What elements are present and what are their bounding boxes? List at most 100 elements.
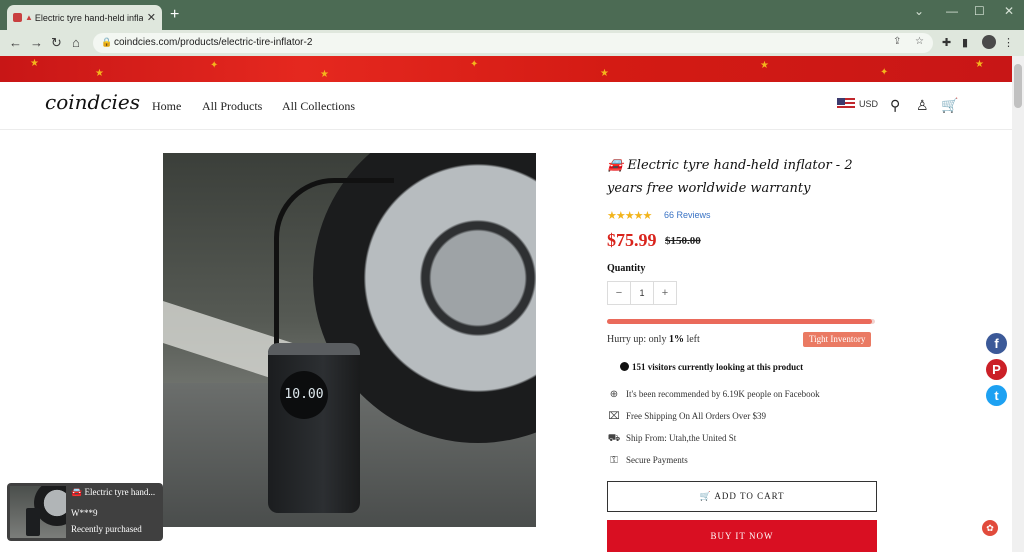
nav-home[interactable]: Home [152,99,181,114]
nav-all-products[interactable]: All Products [202,99,262,114]
inflator-graphic: 10.00 [268,343,360,513]
twitter-icon[interactable]: t [986,385,1007,406]
new-tab-button[interactable]: + [170,6,179,24]
car-icon: ▲ [25,13,33,22]
currency-selector[interactable]: USD [837,98,878,110]
cart-icon: 🛒 [699,491,715,501]
quantity-input[interactable]: 1 [630,282,654,304]
address-bar[interactable]: 🔒 coindcies.com/products/electric-tire-i… [93,33,933,53]
star-decoration: ★ [600,68,609,79]
star-decoration: ✦ [880,67,889,78]
star-decoration: ★ [320,69,329,80]
product-title: 🚘 Electric tyre hand-held inflator - 2 y… [607,158,853,196]
star-decoration: ★ [760,60,769,71]
feature-shipping: ⌧ Free Shipping On All Orders Over $39 [607,411,766,422]
increase-quantity-button[interactable]: + [654,282,676,304]
extensions-icon[interactable]: ✚ [942,36,951,49]
star-decoration: ★ [95,68,104,79]
hurry-text: Hurry up: only 1% left [607,334,700,345]
popup-thumbnail [10,486,66,538]
side-panel-icon[interactable]: ▮ [962,36,968,49]
inflator-cap [268,343,360,355]
popup-status: Recently purchased [71,524,142,534]
star-decoration: ★ [975,59,984,70]
quantity-stepper: − 1 + [607,281,677,305]
stock-progress-bar [607,319,875,324]
feature-text: Ship From: Utah,the United St [626,433,737,443]
menu-icon[interactable]: ⋮ [1003,36,1014,49]
visitors-text: 151 visitors currently looking at this p… [632,362,804,372]
hurry-suffix: left [686,334,700,345]
add-to-cart-label: ADD TO CART [714,491,785,501]
minimize-button[interactable]: — [946,4,958,18]
site-header: coindcies Home All Products All Collecti… [0,82,1012,130]
maximize-button[interactable]: ☐ [974,4,985,18]
popup-title: 🚘 Electric tyre hand... [71,487,156,497]
share-icon[interactable]: ⇪ [893,36,901,47]
currency-label: USD [859,99,879,109]
lock-icon[interactable]: 🔒 [101,37,112,48]
home-icon[interactable]: ⌂ [72,35,80,51]
reload-icon[interactable]: ↻ [51,35,62,51]
quantity-label: Quantity [607,263,646,274]
promo-banner: ★ ★ ✦ ★ ✦ ★ ★ ✦ ★ [0,56,1012,82]
feature-facebook: ⊕ It's been recommended by 6.19K people o… [607,389,820,400]
facebook-icon[interactable]: f [986,333,1007,354]
favicon-icon [13,13,22,22]
globe-icon: ⊕ [609,389,619,400]
web-page: ★ ★ ✦ ★ ✦ ★ ★ ✦ ★ coindcies Home All Pro… [0,56,1012,552]
feature-secure: ⚿ Secure Payments [607,455,688,466]
inflator-display: 10.00 [280,371,328,419]
profile-avatar[interactable] [982,35,996,49]
inventory-badge: Tight Inventory [803,332,872,347]
page-scrollbar[interactable] [1012,56,1024,552]
feature-text: Free Shipping On All Orders Over $39 [626,411,766,421]
gift-icon: ⌧ [608,411,620,422]
cart-icon[interactable]: 🛒 [941,97,958,114]
star-decoration: ✦ [210,60,219,71]
star-decoration: ✦ [470,59,479,70]
add-to-cart-button[interactable]: 🛒 ADD TO CART [607,481,877,512]
bookmark-star-icon[interactable]: ☆ [915,36,924,47]
hose-graphic [274,178,394,348]
truck-icon: ⛟ [607,433,621,444]
feature-text: It's been recommended by 6.19K people on… [626,389,820,399]
search-icon[interactable]: ⚲ [890,97,900,114]
star-decoration: ★ [30,58,39,69]
back-icon[interactable]: ← [9,35,22,51]
rating-stars: ★★★★★ [607,210,652,222]
product-image[interactable]: 10.00 [163,153,536,527]
site-logo[interactable]: coindcies [45,90,140,114]
us-flag-icon [837,98,855,110]
tab-close-icon[interactable]: ✕ [147,11,156,24]
pinterest-icon[interactable]: P [986,359,1007,380]
popup-buyer-name: W***9 [71,508,98,518]
hurry-prefix: Hurry up: only [607,334,667,345]
tab-title: Electric tyre hand-held inflato [34,12,143,23]
account-icon[interactable]: ♙ [916,97,929,114]
browser-tab[interactable]: ▲ Electric tyre hand-held inflato ✕ [7,5,162,30]
hurry-value: 1% [668,334,684,345]
scrollbar-thumb[interactable] [1014,64,1022,108]
url-text[interactable]: coindcies.com/products/electric-tire-inf… [114,37,312,48]
feature-ship-from: ⛟ Ship From: Utah,the United St [607,433,737,446]
eye-icon [620,362,629,371]
original-price: $150.00 [665,235,701,247]
rewards-icon[interactable]: ✿ [982,520,998,536]
browser-window: ▲ Electric tyre hand-held inflato ✕ + ⌄ … [0,0,1024,552]
lock-icon: ⚿ [610,455,618,466]
reviews-link[interactable]: 66 Reviews [664,210,711,220]
tab-search-icon[interactable]: ⌄ [914,4,924,18]
address-toolbar: ← → ↻ ⌂ 🔒 coindcies.com/products/electri… [0,30,1024,56]
stock-progress-fill [607,319,873,324]
nav-all-collections[interactable]: All Collections [282,99,355,114]
sale-price: $75.99 [607,230,657,250]
decrease-quantity-button[interactable]: − [608,282,630,304]
purchase-popup[interactable]: 🚘 Electric tyre hand... W***9 Recently p… [7,483,163,541]
feature-text: Secure Payments [626,455,688,465]
close-window-button[interactable]: ✕ [1004,4,1014,18]
buy-now-button[interactable]: BUY IT NOW [607,520,877,552]
title-bar: ▲ Electric tyre hand-held inflato ✕ + ⌄ … [0,0,1024,30]
forward-icon[interactable]: → [30,35,43,51]
visitors-notice: 151 visitors currently looking at this p… [620,362,803,372]
